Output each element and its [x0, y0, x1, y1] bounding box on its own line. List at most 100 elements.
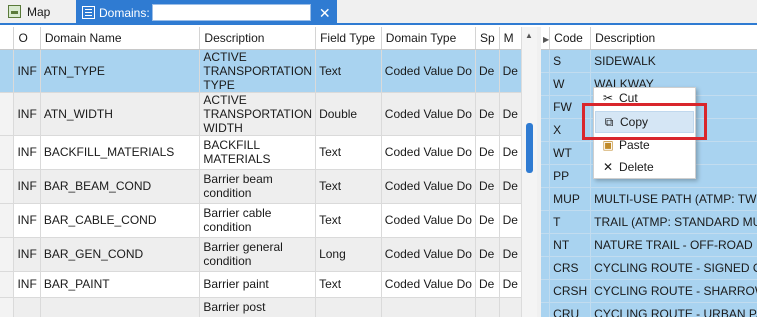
cell-split-policy[interactable]: De: [475, 271, 500, 298]
cell-code[interactable]: NT: [549, 233, 592, 257]
cell-description[interactable]: ACTIVE TRANSPORTATION WIDTH: [199, 92, 317, 136]
col-header-owner[interactable]: O: [13, 27, 41, 50]
cell-merge-policy[interactable]: De: [499, 135, 522, 170]
cell-description[interactable]: ACTIVE TRANSPORTATION TYPE: [199, 49, 317, 93]
col-header-domain-name[interactable]: Domain Name: [40, 27, 201, 50]
cell-code[interactable]: CRSH: [549, 279, 592, 303]
cell-description[interactable]: Barrier paint: [199, 271, 317, 298]
cell-domain-name[interactable]: BAR_PAINT: [40, 271, 201, 298]
cell-split-policy[interactable]: De: [475, 203, 500, 238]
domains-tab-edit-field[interactable]: [151, 4, 311, 21]
scroll-up-icon[interactable]: ▲: [525, 31, 533, 40]
cell-description[interactable]: MULTI-USE PATH (ATMP: TWO-: [590, 187, 757, 211]
cell-domain-type[interactable]: Coded Value Do: [381, 271, 476, 298]
table-row[interactable]: T TRAIL (ATMP: STANDARD MULT: [541, 210, 757, 234]
row-selector[interactable]: [541, 233, 551, 257]
table-row[interactable]: CRSH CYCLING ROUTE - SHARROWS: [541, 279, 757, 303]
cell-domain-name[interactable]: [40, 297, 201, 317]
cell-field-type[interactable]: Text: [315, 271, 382, 298]
cell-description[interactable]: Barrier beam condition: [199, 169, 317, 204]
table-row[interactable]: INF BAR_PAINT Barrier paint Text Coded V…: [0, 271, 522, 298]
cell-owner[interactable]: INF: [13, 135, 41, 170]
cell-code[interactable]: WT: [549, 141, 592, 165]
col-header-code[interactable]: Code: [549, 27, 592, 50]
cell-code[interactable]: S: [549, 49, 592, 73]
cell-domain-type[interactable]: Coded Value Do: [381, 203, 476, 238]
cell-split-policy[interactable]: De: [475, 169, 500, 204]
row-selector[interactable]: [0, 237, 15, 272]
cell-field-type[interactable]: Text: [315, 169, 382, 204]
menu-item-delete[interactable]: ✕ Delete: [595, 156, 694, 178]
row-selector[interactable]: [541, 279, 551, 303]
cell-split-policy[interactable]: De: [475, 49, 500, 93]
cell-owner[interactable]: [13, 297, 41, 317]
row-selector[interactable]: [541, 49, 551, 73]
cell-owner[interactable]: INF: [13, 49, 41, 93]
cell-domain-name[interactable]: BAR_BEAM_COND: [40, 169, 201, 204]
cell-split-policy[interactable]: De: [475, 135, 500, 170]
row-selector[interactable]: [0, 297, 15, 317]
row-selector[interactable]: [0, 271, 15, 298]
col-header-field-type[interactable]: Field Type: [315, 27, 382, 50]
cell-owner[interactable]: INF: [13, 271, 41, 298]
table-row[interactable]: INF BAR_GEN_COND Barrier general conditi…: [0, 237, 522, 272]
row-selector[interactable]: [0, 92, 15, 136]
col-header-select[interactable]: ▶: [541, 27, 551, 50]
cell-merge-policy[interactable]: De: [499, 203, 522, 238]
cell-code[interactable]: PP: [549, 164, 592, 188]
cell-owner[interactable]: INF: [13, 203, 41, 238]
row-selector[interactable]: [0, 135, 15, 170]
close-icon[interactable]: ✕: [317, 5, 333, 21]
row-selector[interactable]: [541, 302, 551, 317]
col-header-select[interactable]: [0, 27, 15, 50]
table-row[interactable]: INF BAR_BEAM_COND Barrier beam condition…: [0, 169, 522, 204]
cell-code[interactable]: MUP: [549, 187, 592, 211]
cell-merge-policy[interactable]: De: [499, 237, 522, 272]
row-selector[interactable]: [541, 187, 551, 211]
row-selector[interactable]: [0, 203, 15, 238]
cell-description[interactable]: CYCLING ROUTE - SHARROWS: [590, 279, 757, 303]
cell-description[interactable]: CYCLING ROUTE - URBAN PAV: [590, 302, 757, 317]
cell-field-type[interactable]: [315, 297, 382, 317]
cell-owner[interactable]: INF: [13, 92, 41, 136]
cell-field-type[interactable]: Long: [315, 237, 382, 272]
tab-map[interactable]: Map: [0, 0, 72, 23]
cell-description[interactable]: BACKFILL MATERIALS: [199, 135, 317, 170]
cell-domain-name[interactable]: ATN_TYPE: [40, 49, 201, 93]
cell-description[interactable]: Barrier general condition: [199, 237, 317, 272]
row-selector[interactable]: [541, 72, 551, 96]
table-row[interactable]: INF ATN_TYPE ACTIVE TRANSPORTATION TYPE …: [0, 49, 522, 93]
cell-field-type[interactable]: Text: [315, 49, 382, 93]
cell-owner[interactable]: INF: [13, 169, 41, 204]
cell-code[interactable]: CRS: [549, 256, 592, 280]
cell-domain-type[interactable]: [381, 297, 476, 317]
row-selector[interactable]: [541, 118, 551, 142]
cell-description[interactable]: TRAIL (ATMP: STANDARD MULT: [590, 210, 757, 234]
cell-field-type[interactable]: Text: [315, 135, 382, 170]
table-row[interactable]: INF ATN_WIDTH ACTIVE TRANSPORTATION WIDT…: [0, 92, 522, 136]
row-selector[interactable]: [0, 169, 15, 204]
col-header-domain-type[interactable]: Domain Type: [381, 27, 476, 50]
cell-owner[interactable]: INF: [13, 237, 41, 272]
row-selector[interactable]: [0, 49, 15, 93]
row-selector[interactable]: [541, 256, 551, 280]
row-selector[interactable]: [541, 95, 551, 119]
cell-domain-name[interactable]: ATN_WIDTH: [40, 92, 201, 136]
cell-domain-name[interactable]: BAR_CABLE_COND: [40, 203, 201, 238]
cell-domain-type[interactable]: Coded Value Do: [381, 237, 476, 272]
row-selector[interactable]: [541, 164, 551, 188]
vertical-scrollbar[interactable]: ▲: [521, 27, 537, 317]
cell-code[interactable]: W: [549, 72, 592, 96]
col-header-merge-policy[interactable]: M: [499, 27, 522, 50]
cell-merge-policy[interactable]: De: [499, 271, 522, 298]
cell-description[interactable]: NATURE TRAIL - OFF-ROAD RU: [590, 233, 757, 257]
scrollbar-thumb[interactable]: [526, 123, 533, 173]
cell-domain-type[interactable]: Coded Value Do: [381, 92, 476, 136]
cell-domain-name[interactable]: BACKFILL_MATERIALS: [40, 135, 201, 170]
table-row[interactable]: CRSCYCLING ROUTE - SIGNED ONL: [541, 256, 757, 280]
cell-field-type[interactable]: Double: [315, 92, 382, 136]
table-row[interactable]: INF BACKFILL_MATERIALS BACKFILL MATERIAL…: [0, 135, 522, 170]
cell-description[interactable]: Barrier post: [199, 297, 317, 317]
cell-merge-policy[interactable]: De: [499, 92, 522, 136]
cell-split-policy[interactable]: De: [475, 92, 500, 136]
